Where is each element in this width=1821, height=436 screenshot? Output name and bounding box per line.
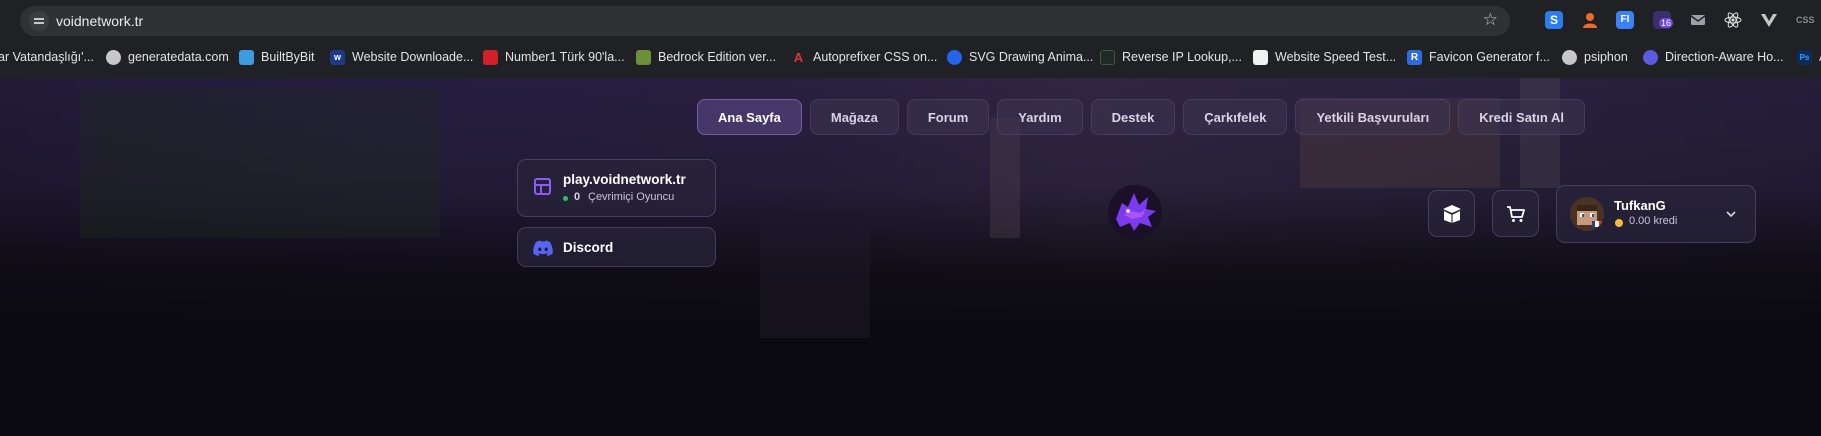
globe-icon [1562,49,1577,65]
cart-button[interactable] [1492,190,1539,237]
avatar [1570,197,1604,231]
site-settings-icon[interactable] [29,11,49,31]
codepen-icon [1643,49,1658,65]
bookmark-item[interactable]: BuiltByBit [239,47,315,67]
drop-icon [947,49,962,65]
discord-icon [533,240,553,261]
nav-home[interactable]: Ana Sayfa [697,99,802,135]
username: TufkanG [1614,198,1666,213]
browser-chrome: voidnetwork.tr ☆ S FI 16 CSS ar Vatandaş… [0,0,1821,78]
address-bar[interactable]: voidnetwork.tr ☆ [20,6,1510,36]
bookmark-item[interactable]: psiphon [1562,47,1628,67]
radio-icon [483,49,498,65]
nav-forum[interactable]: Forum [906,99,990,135]
url-text[interactable]: voidnetwork.tr [56,13,143,29]
nav-staff-applications[interactable]: Yetkili Başvuruları [1295,99,1451,135]
css-extension-icon[interactable]: CSS [1796,11,1816,29]
bookmark-item[interactable]: generatedata.com [106,47,229,67]
chevron-down-icon[interactable] [1725,205,1737,223]
bookmark-item[interactable]: Number1 Türk 90'la... [483,47,625,67]
online-label: Çevrimiçi Oyuncu [588,191,675,203]
ps-icon: Ps [1797,49,1812,65]
bookmark-item[interactable]: Website Speed Test... [1253,47,1396,67]
bookmark-item[interactable]: R Favicon Generator f... [1407,47,1550,67]
background-scenery [760,218,870,338]
bookmark-item[interactable]: Bedrock Edition ver... [636,47,776,67]
background-scenery [80,88,440,238]
w-icon: w [330,49,345,65]
inventory-button[interactable] [1428,190,1475,237]
cube-icon [239,49,254,65]
nav-help[interactable]: Yardım [997,99,1083,135]
cart-icon [1506,205,1525,222]
nav-support[interactable]: Destek [1090,99,1176,135]
box-icon [1442,204,1461,223]
nav-store[interactable]: Mağaza [809,99,899,135]
autoprefixer-icon: A [793,49,804,65]
bookmark-item[interactable]: Reverse IP Lookup,... [1100,47,1242,67]
credit-balance: 0.00 kredi [1629,215,1678,227]
vue-extension-icon[interactable] [1760,11,1778,29]
background-scenery [990,118,1020,238]
font-extension-icon[interactable]: FI [1616,11,1634,29]
user-menu[interactable]: TufkanG 0.00 kredi [1556,185,1756,243]
coin-icon [1615,219,1623,227]
bookmarks-bar: ar Vatandaşlığı'... generatedata.com Bui… [0,44,1821,70]
bookmark-item[interactable]: Direction-Aware Ho... [1643,47,1784,67]
website-viewport: Ana Sayfa Mağaza Forum Yardım Destek Çar… [0,78,1821,436]
bookmark-item[interactable]: w Website Downloade... [330,47,473,67]
user-extension-icon[interactable] [1581,11,1599,29]
terminal-icon [1100,49,1115,65]
react-extension-icon[interactable] [1724,11,1742,29]
bookmark-star-icon[interactable]: ☆ [1483,10,1498,30]
nav-wheel[interactable]: Çarkıfelek [1183,99,1288,135]
layout-icon [534,178,551,195]
site-logo[interactable] [1104,181,1166,243]
bookmark-item[interactable]: ar Vatandaşlığı'... [0,47,94,67]
online-status-dot [563,196,568,201]
s-extension-icon[interactable]: S [1545,11,1563,29]
discord-label: Discord [563,240,614,255]
extension-badge: 16 [1659,18,1674,28]
globe-icon [106,49,121,65]
discord-card[interactable]: Discord [517,227,716,267]
bookmark-item[interactable]: SVG Drawing Anima... [947,47,1093,67]
bookmark-item[interactable]: PsA [1797,47,1821,67]
nav-buy-credit[interactable]: Kredi Satın Al [1458,99,1585,135]
server-ip-card[interactable]: play.voidnetwork.tr 0 Çevrimiçi Oyuncu [517,159,716,217]
r-icon: R [1407,49,1422,65]
online-count: 0 [574,191,581,203]
mail-extension-icon[interactable] [1689,11,1707,29]
block-icon [636,49,651,65]
server-host: play.voidnetwork.tr [563,172,686,187]
badge-extension-icon[interactable]: 16 [1653,11,1674,29]
speed-icon [1253,49,1268,65]
bookmark-item[interactable]: A Autoprefixer CSS on... [791,47,938,67]
main-nav: Ana Sayfa Mağaza Forum Yardım Destek Çar… [697,99,1585,135]
